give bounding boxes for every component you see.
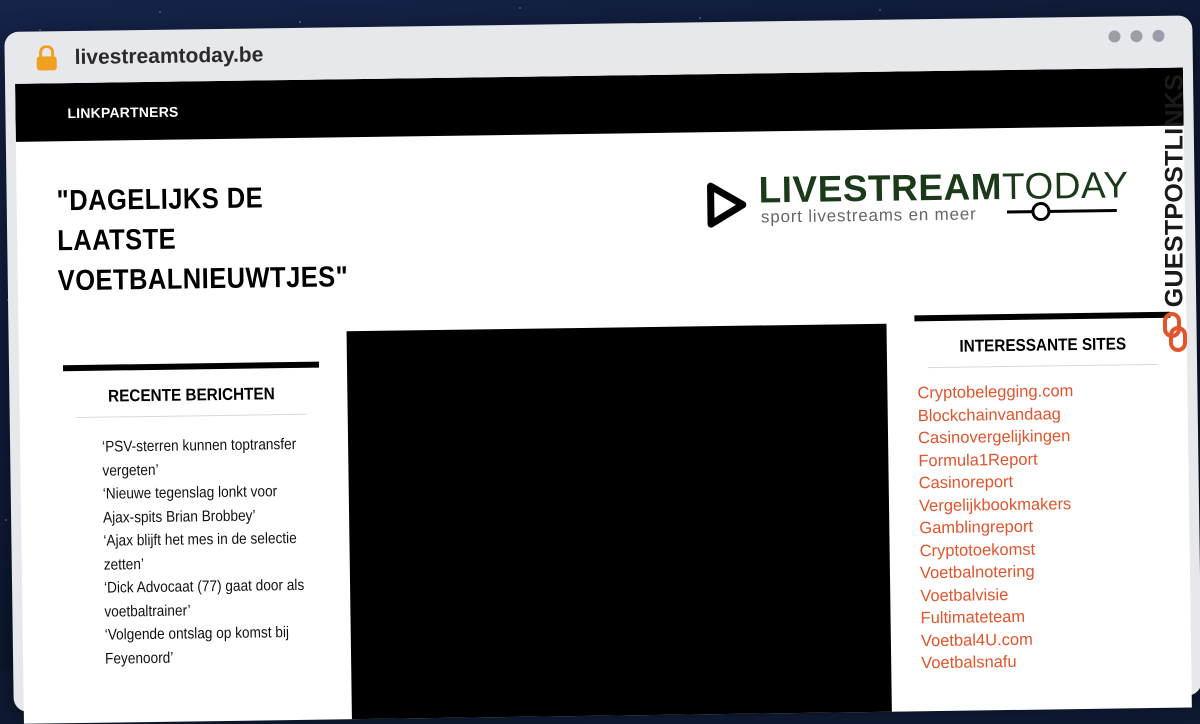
recent-posts-title: RECENTE BERICHTEN [75,367,307,419]
recent-post-link[interactable]: ‘Nieuwe tegenslag lonkt voor Ajax-spits … [103,480,306,530]
guestpostlinks-badge: GUESTPOSTLINKS [1158,56,1192,356]
browser-window: livestreamtoday.be LINKPARTNERS "DAGELIJ… [4,0,1200,724]
window-controls [1108,29,1165,43]
window-dot-icon [1152,29,1165,42]
window-dot-icon [1130,30,1143,43]
interesting-sites-title: INTERESSANTE SITES [927,317,1159,369]
recent-posts-list: ‘PSV-sterren kunnen toptransfer vergeten… [64,433,323,672]
slider-line-icon [1006,202,1117,222]
recent-post-link[interactable]: ‘Ajax blijft het mes in de selectie zett… [103,527,306,577]
page-viewport: LINKPARTNERS "DAGELIJKS DE LAATSTE VOETB… [15,67,1192,724]
url-text[interactable]: livestreamtoday.be [75,43,264,70]
play-triangle-icon [707,182,747,228]
interesting-sites-list: Cryptobelegging.com Blockchainvandaag Ca… [915,379,1175,675]
chain-link-icon [1163,312,1187,352]
lock-icon [36,45,57,71]
video-embed[interactable] [346,323,893,724]
recent-post-link[interactable]: ‘Volgende ontslag op komst bij Feyenoord… [105,621,308,671]
nav-item-linkpartners[interactable]: LINKPARTNERS [67,104,178,122]
recent-post-link[interactable]: ‘PSV-sterren kunnen toptransfer vergeten… [102,433,305,483]
site-tagline: "DAGELIJKS DE LAATSTE VOETBALNIEUWTJES" [56,182,349,298]
recent-posts-widget: RECENTE BERICHTEN ‘PSV-sterren kunnen to… [62,361,323,672]
recent-post-link[interactable]: ‘Dick Advocaat (77) gaat door als voetba… [104,574,307,624]
site-logo[interactable]: LIVESTREAMTODAY sport livestreams en mee… [704,164,1129,240]
logo-subtitle: sport livestreams en meer [760,204,977,227]
badge-text: GUESTPOSTLINKS [1160,73,1189,308]
window-dot-icon [1108,30,1121,43]
interesting-sites-widget: INTERESSANTE SITES Cryptobelegging.com B… [914,311,1175,675]
site-link[interactable]: Voetbalsnafu [921,649,1175,675]
